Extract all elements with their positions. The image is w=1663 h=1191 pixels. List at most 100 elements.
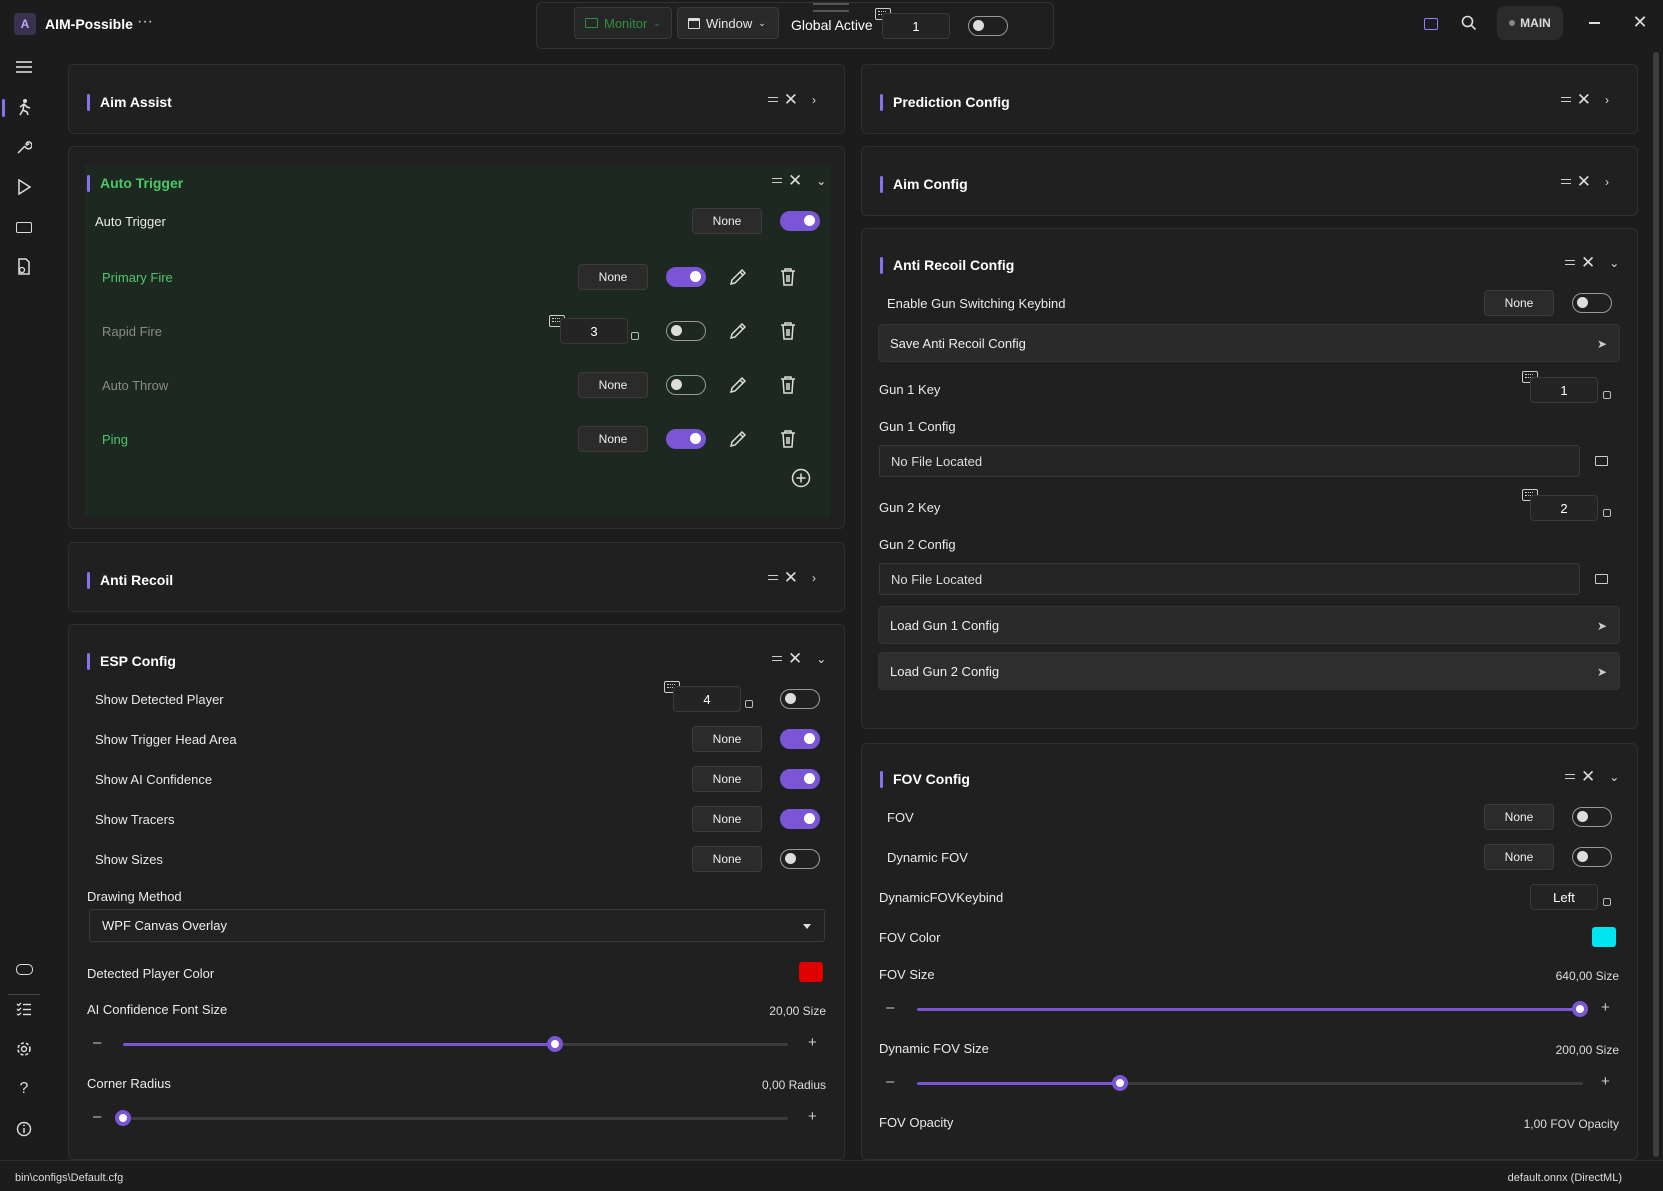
close-icon[interactable]: ✕ [1581, 768, 1595, 785]
slider-thumb[interactable] [115, 1110, 131, 1126]
collapse-icon[interactable] [1560, 179, 1571, 184]
show-tracers-toggle[interactable] [780, 809, 820, 829]
sidebar-item-wrench-icon[interactable] [14, 137, 34, 157]
auto-throw-keybind-button[interactable]: None [578, 372, 648, 398]
monitor-dropdown[interactable]: Monitor ⌄ [574, 7, 672, 39]
chevron-down-icon[interactable]: ⌄ [1609, 770, 1619, 784]
ping-toggle[interactable] [666, 429, 706, 449]
key-capture-icon[interactable] [1603, 391, 1611, 399]
collapse-icon[interactable] [767, 97, 778, 102]
search-icon[interactable] [1460, 14, 1478, 32]
fov-toggle[interactable] [1572, 807, 1612, 827]
gun2-key-input[interactable]: 2 [1530, 495, 1598, 521]
gun1-key-input[interactable]: 1 [1530, 377, 1598, 403]
show-sizes-toggle[interactable] [780, 849, 820, 869]
show-detected-player-key-input[interactable]: 4 [673, 686, 741, 712]
show-detected-player-toggle[interactable] [780, 689, 820, 709]
sidebar-item-settings-gear-icon[interactable] [14, 1039, 34, 1059]
close-icon[interactable]: ✕ [1577, 173, 1591, 190]
load-gun1-config-button[interactable]: Load Gun 1 Config ➤ [878, 606, 1620, 644]
gun1-config-path[interactable]: No File Located [879, 445, 1580, 477]
show-ai-confidence-toggle[interactable] [780, 769, 820, 789]
add-trigger-icon[interactable] [791, 468, 811, 488]
close-icon[interactable]: ✕ [784, 91, 798, 108]
sidebar-item-play-icon[interactable] [14, 177, 34, 197]
sidebar-item-help-icon[interactable]: ? [14, 1079, 34, 1099]
dynamic-fov-size-increase-button[interactable]: + [1601, 1073, 1610, 1090]
fov-color-swatch[interactable] [1592, 927, 1616, 947]
edit-pencil-icon[interactable] [727, 320, 749, 342]
layout-icon[interactable] [1422, 15, 1440, 33]
sidebar-item-keyboard-icon[interactable] [14, 217, 34, 237]
edit-pencil-icon[interactable] [727, 428, 749, 450]
fov-size-decrease-button[interactable]: – [886, 999, 894, 1016]
font-size-decrease-button[interactable]: – [93, 1034, 101, 1051]
main-profile-button[interactable]: MAIN [1497, 6, 1563, 40]
load-gun2-config-button[interactable]: Load Gun 2 Config ➤ [878, 652, 1620, 690]
ping-keybind-button[interactable]: None [578, 426, 648, 452]
dynamic-fov-size-slider[interactable] [917, 1075, 1583, 1091]
show-ai-confidence-keybind-button[interactable]: None [692, 766, 762, 792]
sidebar-item-info-icon[interactable] [14, 1119, 34, 1139]
close-window-icon[interactable]: ✕ [1631, 12, 1649, 32]
folder-open-icon[interactable] [1595, 456, 1608, 466]
chevron-right-icon[interactable]: › [812, 93, 816, 107]
chevron-right-icon[interactable]: › [812, 571, 816, 585]
auto-trigger-keybind-button[interactable]: None [692, 208, 762, 234]
sidebar-item-config-file-icon[interactable] [14, 257, 34, 277]
delete-trash-icon[interactable] [777, 374, 799, 396]
fov-size-increase-button[interactable]: + [1601, 999, 1610, 1016]
show-trigger-head-area-keybind-button[interactable]: None [692, 726, 762, 752]
dynamic-fov-keybind-input[interactable]: Left [1530, 884, 1598, 910]
key-capture-icon[interactable] [1603, 509, 1611, 517]
sidebar-item-checklist-icon[interactable] [14, 999, 34, 1019]
close-icon[interactable]: ✕ [784, 569, 798, 586]
drag-handle-icon[interactable] [813, 3, 849, 12]
fov-size-slider[interactable] [917, 1001, 1588, 1017]
save-anti-recoil-config-button[interactable]: Save Anti Recoil Config ➤ [878, 324, 1620, 362]
sidebar-item-aim-person-icon[interactable] [14, 97, 34, 117]
dynamic-fov-size-decrease-button[interactable]: – [886, 1073, 894, 1090]
slider-thumb[interactable] [1571, 1001, 1588, 1017]
font-size-slider[interactable] [123, 1036, 788, 1052]
more-options-icon[interactable]: ··· [137, 13, 153, 31]
slider-thumb[interactable] [1112, 1075, 1129, 1091]
gun-switch-keybind-button[interactable]: None [1484, 290, 1554, 316]
close-icon[interactable]: ✕ [1581, 254, 1595, 271]
fov-keybind-button[interactable]: None [1484, 804, 1554, 830]
delete-trash-icon[interactable] [777, 320, 799, 342]
close-icon[interactable]: ✕ [788, 172, 802, 189]
collapse-icon[interactable] [1560, 97, 1571, 102]
rapid-fire-toggle[interactable] [666, 321, 706, 341]
dynamic-fov-keybind-button[interactable]: None [1484, 844, 1554, 870]
corner-radius-increase-button[interactable]: + [808, 1108, 817, 1125]
global-active-toggle[interactable] [968, 16, 1008, 36]
collapse-icon[interactable] [772, 656, 782, 661]
hamburger-menu-icon[interactable] [14, 57, 34, 77]
delete-trash-icon[interactable] [777, 266, 799, 288]
edit-pencil-icon[interactable] [727, 374, 749, 396]
primary-fire-toggle[interactable] [666, 267, 706, 287]
auto-trigger-toggle[interactable] [780, 211, 820, 231]
show-trigger-head-area-toggle[interactable] [780, 729, 820, 749]
minimize-icon[interactable] [1586, 15, 1602, 31]
global-active-key-input[interactable]: 1 [882, 13, 950, 39]
show-sizes-keybind-button[interactable]: None [692, 846, 762, 872]
folder-open-icon[interactable] [1595, 574, 1608, 584]
chevron-down-icon[interactable]: ⌄ [1609, 256, 1619, 270]
close-icon[interactable]: ✕ [788, 650, 802, 667]
chevron-right-icon[interactable]: › [1605, 175, 1609, 189]
close-icon[interactable]: ✕ [1577, 91, 1591, 108]
edit-pencil-icon[interactable] [727, 266, 749, 288]
key-capture-icon[interactable] [745, 700, 753, 708]
font-size-increase-button[interactable]: + [808, 1034, 817, 1051]
key-capture-icon[interactable] [1603, 898, 1611, 906]
sidebar-item-gamepad-icon[interactable] [14, 959, 34, 979]
gun-switch-toggle[interactable] [1572, 293, 1612, 313]
corner-radius-decrease-button[interactable]: – [93, 1108, 101, 1125]
auto-throw-toggle[interactable] [666, 375, 706, 395]
delete-trash-icon[interactable] [777, 428, 799, 450]
chevron-down-icon[interactable]: ⌄ [816, 174, 826, 188]
drawing-method-select[interactable]: WPF Canvas Overlay [89, 909, 825, 942]
primary-fire-keybind-button[interactable]: None [578, 264, 648, 290]
